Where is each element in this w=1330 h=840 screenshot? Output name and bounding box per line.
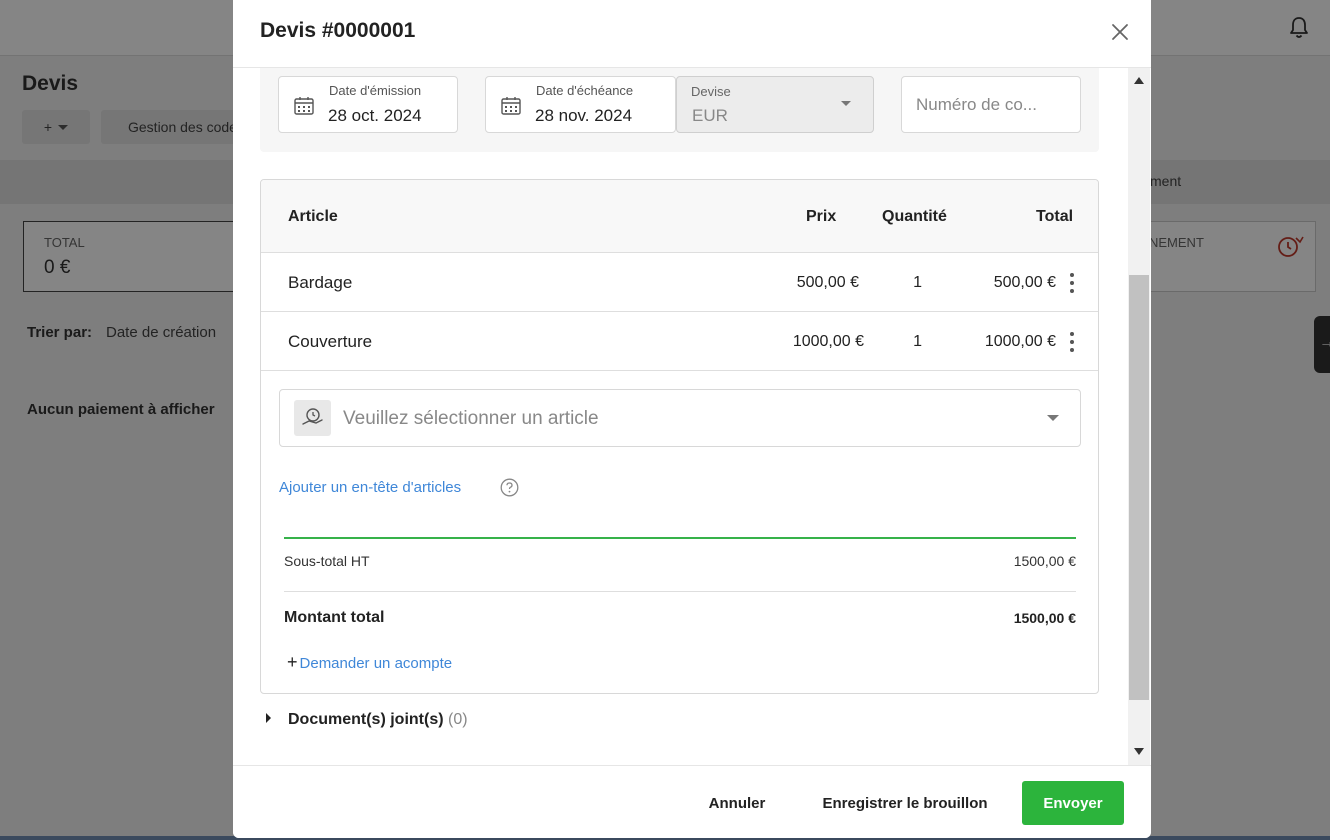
chevron-down-icon bbox=[841, 101, 851, 106]
calendar-icon bbox=[501, 97, 521, 115]
table-row: Couverture 1000,00 € 1 1000,00 € bbox=[261, 312, 1098, 371]
cancel-button[interactable]: Annuler bbox=[693, 781, 781, 825]
article-icon bbox=[294, 400, 331, 436]
row-total: 1000,00 € bbox=[984, 333, 1056, 350]
scrollbar-thumb[interactable] bbox=[1129, 275, 1149, 700]
header-total: Total bbox=[1036, 208, 1074, 225]
attached-documents-toggle[interactable]: Document(s) joint(s) (0) bbox=[266, 711, 468, 729]
emission-date-value: 28 oct. 2024 bbox=[328, 106, 422, 125]
row-article: Couverture bbox=[288, 332, 373, 351]
add-article-header-link[interactable]: Ajouter un en-tête d'articles bbox=[279, 479, 461, 496]
row-total: 500,00 € bbox=[993, 274, 1056, 291]
quote-modal: Devis #0000001 Date d'émission 28 oct. 2… bbox=[233, 0, 1151, 838]
scroll-down-icon[interactable] bbox=[1134, 748, 1144, 755]
divider bbox=[284, 591, 1076, 592]
modal-header: Devis #0000001 bbox=[233, 0, 1151, 68]
close-icon[interactable] bbox=[1109, 21, 1131, 43]
order-number-input[interactable] bbox=[902, 77, 1080, 132]
order-number-field bbox=[901, 76, 1081, 133]
save-draft-button[interactable]: Enregistrer le brouillon bbox=[807, 781, 1003, 825]
header-quantity: Quantité bbox=[882, 208, 947, 225]
table-row: Bardage 500,00 € 1 500,00 € bbox=[261, 253, 1098, 312]
modal-title: Devis #0000001 bbox=[260, 19, 416, 42]
total-value: 1500,00 € bbox=[1013, 610, 1076, 626]
header-article: Article bbox=[288, 208, 338, 225]
currency-value: EUR bbox=[692, 106, 728, 125]
row-article: Bardage bbox=[288, 273, 353, 292]
article-select-placeholder: Veuillez sélectionner un article bbox=[343, 408, 599, 429]
row-price: 500,00 € bbox=[796, 274, 859, 291]
articles-box: Article Prix Quantité Total Bardage 500,… bbox=[260, 179, 1099, 694]
subtotal-value: 1500,00 € bbox=[1013, 553, 1076, 569]
row-quantity: 1 bbox=[913, 333, 922, 350]
due-date-field[interactable]: Date d'échéance 28 nov. 2024 bbox=[485, 76, 676, 133]
row-price: 1000,00 € bbox=[792, 333, 864, 350]
emission-date-label: Date d'émission bbox=[329, 83, 422, 98]
total-label: Montant total bbox=[284, 609, 385, 626]
plus-icon: + bbox=[287, 652, 298, 672]
currency-select[interactable]: Devise EUR bbox=[676, 76, 874, 133]
scroll-up-icon[interactable] bbox=[1134, 77, 1144, 84]
currency-label: Devise bbox=[691, 84, 731, 99]
modal-footer: Annuler Enregistrer le brouillon Envoyer bbox=[233, 765, 1151, 838]
header-price: Prix bbox=[806, 208, 837, 225]
date-section: Date d'émission 28 oct. 2024 Date d'éché… bbox=[260, 68, 1099, 152]
totals-divider bbox=[284, 537, 1076, 539]
caret-right-icon bbox=[266, 712, 271, 723]
request-deposit-label: Demander un acompte bbox=[299, 655, 453, 672]
attached-documents-count: (0) bbox=[448, 711, 468, 728]
modal-body: Date d'émission 28 oct. 2024 Date d'éché… bbox=[233, 68, 1151, 765]
subtotal-label: Sous-total HT bbox=[284, 553, 370, 569]
request-deposit-link[interactable]: + Demander un acompte bbox=[287, 652, 452, 673]
help-icon[interactable] bbox=[500, 478, 519, 497]
kebab-menu-icon[interactable] bbox=[1068, 273, 1076, 295]
scrollbar[interactable] bbox=[1128, 68, 1150, 765]
article-select[interactable]: Veuillez sélectionner un article bbox=[279, 389, 1081, 447]
due-date-value: 28 nov. 2024 bbox=[535, 106, 633, 125]
kebab-menu-icon[interactable] bbox=[1068, 332, 1076, 354]
row-quantity: 1 bbox=[913, 274, 922, 291]
calendar-icon bbox=[294, 97, 314, 115]
due-date-label: Date d'échéance bbox=[536, 83, 634, 98]
attached-documents-label: Document(s) joint(s) bbox=[288, 711, 444, 728]
chevron-down-icon bbox=[1047, 415, 1059, 421]
emission-date-field[interactable]: Date d'émission 28 oct. 2024 bbox=[278, 76, 458, 133]
send-button[interactable]: Envoyer bbox=[1022, 781, 1124, 825]
table-header: Article Prix Quantité Total bbox=[261, 180, 1098, 253]
